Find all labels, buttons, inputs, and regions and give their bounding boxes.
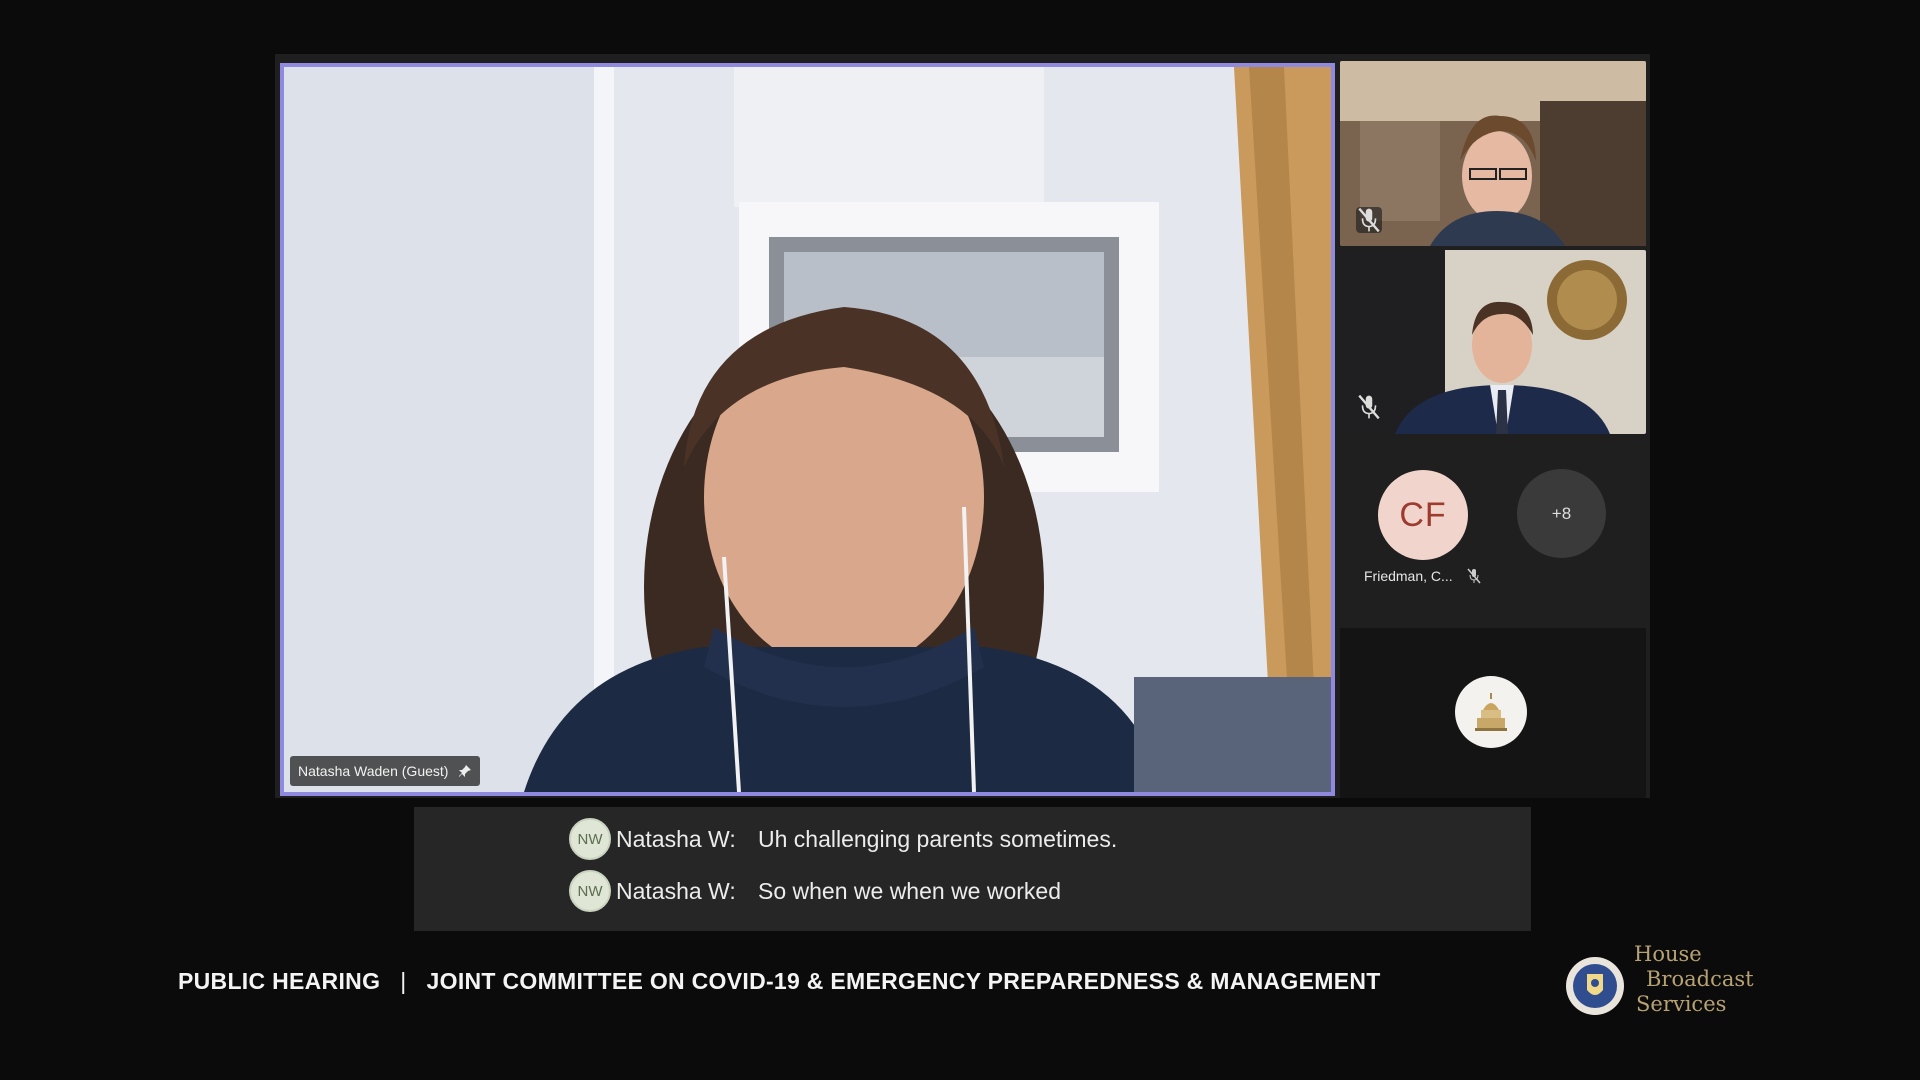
participant-name: Natasha Waden (Guest) (298, 763, 449, 779)
committee-name-label: JOINT COMMITTEE ON COVID-19 & EMERGENCY … (426, 968, 1381, 994)
logo-line-house: House (1634, 942, 1702, 966)
more-participants-button[interactable]: +8 (1517, 469, 1606, 558)
speaker-video-feed (284, 67, 1331, 792)
lower-third-separator: | (400, 968, 407, 994)
caption-line: NW Natasha W: Uh challenging parents som… (569, 818, 1117, 860)
participant-video-tile[interactable] (1340, 250, 1646, 434)
caption-line: NW Natasha W: So when we when we worked (569, 870, 1061, 912)
logo-line-broadcast: Broadcast (1646, 967, 1754, 991)
avatar-name-label: Friedman, C... (1364, 568, 1453, 584)
live-captions-panel: NW Natasha W: Uh challenging parents som… (414, 807, 1531, 931)
participant-avatar-name: Friedman, C... (1364, 568, 1483, 584)
caption-speaker-avatar: NW (569, 818, 611, 860)
caption-speaker-name: Natasha W: (616, 877, 736, 904)
participant-video-tile[interactable] (1340, 61, 1646, 246)
caption-speaker-name: Natasha W: (616, 825, 736, 852)
massachusetts-seal-icon (1565, 956, 1625, 1016)
caption-text: So when we when we worked (758, 877, 1061, 904)
participant-avatar[interactable]: CF (1378, 470, 1468, 560)
mic-off-icon (1356, 394, 1382, 420)
logo-line-services: Services (1636, 992, 1727, 1016)
main-speaker-video[interactable]: Natasha Waden (Guest) (280, 63, 1335, 796)
capitol-logo-icon (1455, 676, 1527, 748)
mic-off-icon (1467, 568, 1483, 584)
caption-text: Uh challenging parents sometimes. (758, 825, 1118, 852)
pin-icon[interactable] (458, 764, 472, 778)
caption-speaker-avatar: NW (569, 870, 611, 912)
participant-name-tag: Natasha Waden (Guest) (290, 756, 481, 786)
hearing-type-label: PUBLIC HEARING (178, 968, 381, 994)
mic-off-icon (1356, 207, 1382, 233)
broadcast-lower-third: PUBLIC HEARING | JOINT COMMITTEE ON COVI… (178, 968, 1381, 995)
house-broadcast-services-logo: House Broadcast Services (1634, 942, 1754, 1017)
